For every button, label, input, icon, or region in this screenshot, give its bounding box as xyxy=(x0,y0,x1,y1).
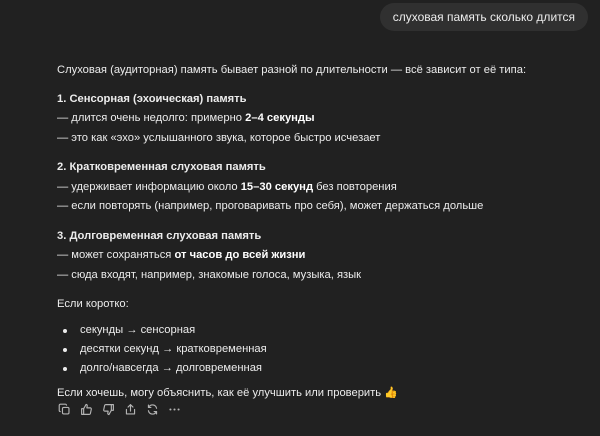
summary-list: секунды → сенсорная десятки секунд → кра… xyxy=(57,321,587,378)
share-icon[interactable] xyxy=(123,402,137,416)
copy-icon[interactable] xyxy=(57,402,71,416)
message-actions xyxy=(57,402,181,416)
user-message-bubble: слуховая память сколько длится xyxy=(379,3,588,31)
section-line: — если повторять (например, проговариват… xyxy=(57,200,484,212)
assistant-response: Слуховая (аудиторная) память бывает разн… xyxy=(57,61,587,403)
section-title: 2. Кратковременная слуховая память xyxy=(57,161,266,173)
regenerate-icon[interactable] xyxy=(145,402,159,416)
section-line: — удерживает информацию около 15–30 секу… xyxy=(57,180,397,193)
list-item: десятки секунд → кратковременная xyxy=(57,340,587,359)
thumbs-down-icon[interactable] xyxy=(101,402,115,416)
section-short-term: 2. Кратковременная слуховая память — уде… xyxy=(57,158,587,217)
section-title: 3. Долговременная слуховая память xyxy=(57,229,262,242)
section-line: — может сохраняться от часов до всей жиз… xyxy=(57,249,306,261)
response-intro: Слуховая (аудиторная) память бывает разн… xyxy=(57,64,527,76)
list-item: долго/навсегда → долговременная xyxy=(57,359,587,378)
thumbs-up-icon[interactable] xyxy=(79,402,93,416)
list-item: секунды → сенсорная xyxy=(57,321,587,340)
summary-label: Если коротко: xyxy=(57,298,129,310)
closing-line: Если хочешь, могу объяснить, как её улуч… xyxy=(57,386,398,399)
section-line: — длится очень недолго: примерно 2–4 сек… xyxy=(57,112,315,124)
section-line: — сюда входят, например, знакомые голоса… xyxy=(57,268,362,281)
section-sensory: 1. Сенсорная (эхоическая) память — длитс… xyxy=(57,90,587,149)
more-icon[interactable] xyxy=(167,402,181,416)
thumbs-up-emoji: 👍 xyxy=(384,386,398,399)
section-line: — это как «эхо» услышанного звука, котор… xyxy=(57,131,381,144)
section-title: 1. Сенсорная (эхоическая) память xyxy=(57,92,247,105)
section-long-term: 3. Долговременная слуховая память — може… xyxy=(57,227,587,286)
